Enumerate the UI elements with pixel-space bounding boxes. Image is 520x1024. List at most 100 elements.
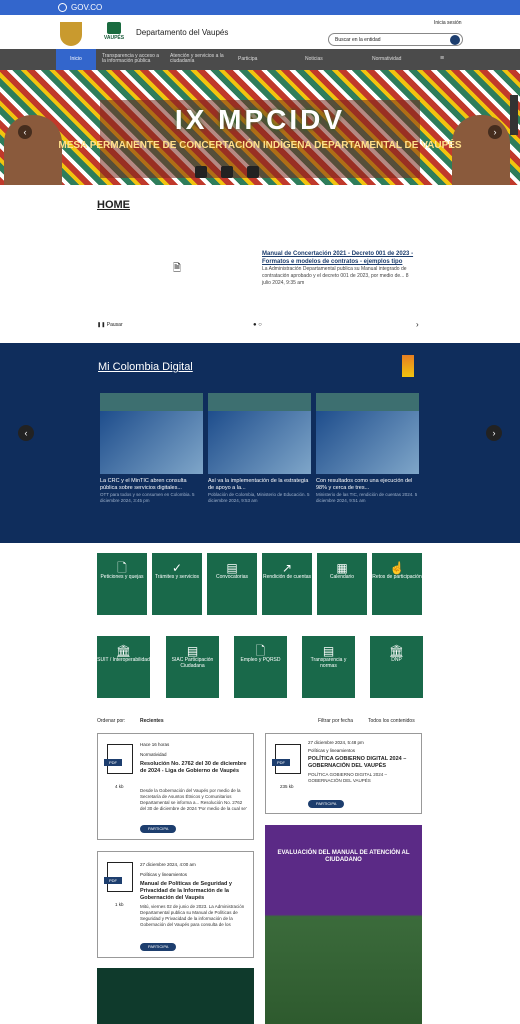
promo-banner[interactable]: EVALUACIÓN DEL MANUAL DE ATENCIÓN AL CIU… (265, 825, 422, 1024)
gov-bar: GOV.CO (0, 0, 520, 15)
post-date: Hace 16 horas (140, 742, 170, 747)
quick-links: 🗋 Peticiones y quejas ✓ Trámites y servici… (0, 543, 520, 713)
main-nav: Inicio Transparencia y acceso a la infor… (0, 49, 520, 70)
facebook-icon[interactable] (221, 166, 233, 178)
post-title[interactable]: POLÍTICA GOBIERNO DIGITAL 2024 – GOBERNA… (308, 756, 418, 770)
search-icon[interactable] (450, 35, 460, 45)
promo-title: EVALUACIÓN DEL MANUAL DE ATENCIÓN AL CIU… (277, 850, 410, 863)
mcd-card[interactable]: Así va la implementación de la estrategi… (208, 393, 311, 504)
menu-icon[interactable]: ≡ (440, 55, 444, 62)
post-desc: Mitú, viernes 02 de junio de 2023. La Ad… (140, 904, 245, 927)
search-placeholder: Buscar en la entidad (335, 37, 381, 43)
search-input[interactable]: Buscar en la entidad (328, 33, 463, 46)
social-links (195, 166, 259, 178)
carousel-dots[interactable]: ● ○ (253, 322, 262, 328)
content-filter[interactable]: Todos los contenidos (368, 718, 415, 724)
sort-bar: Ordenar por: Recientes Filtrar por fecha… (0, 713, 520, 731)
nav-item-participa[interactable]: Participa (238, 57, 257, 62)
post-title[interactable]: Resolución No. 2762 del 30 de diciembre … (140, 761, 248, 775)
gov-label[interactable]: GOV.CO (71, 3, 102, 12)
nav-item-inicio[interactable]: Inicio (56, 49, 96, 70)
post-card[interactable]: PDF 235 kb 27 diciembre 2024, 5:48 pm Po… (265, 733, 422, 814)
calendar-icon: ▦ (336, 561, 348, 575)
list-icon: ▤ (322, 644, 335, 658)
check-icon: ✓ (171, 561, 183, 575)
tile-peticiones[interactable]: 🗋 Peticiones y quejas (97, 553, 147, 615)
mcd-prev-button[interactable]: ‹ (18, 425, 34, 441)
nav-item-noticias[interactable]: Noticias (305, 57, 323, 62)
card-title[interactable]: Así va la implementación de la estrategi… (208, 478, 311, 492)
tile-convocatorias[interactable]: ▤ Convocatorias (207, 553, 257, 615)
instagram-icon[interactable] (195, 166, 207, 178)
chart-icon: ↗ (281, 561, 293, 575)
site-header: VAUPÉS Departamento del Vaupés Inicia se… (0, 15, 520, 49)
sort-select[interactable]: Recientes (140, 718, 164, 724)
tile-tramites[interactable]: ✓ Trámites y servicios (152, 553, 202, 615)
tile-empleo[interactable]: 🗋 Empleo y PQRSD (234, 636, 287, 698)
tile-retos[interactable]: ☝ Retos de participación (372, 553, 422, 615)
card-title[interactable]: Con resultados como una ejecución del 98… (316, 478, 419, 492)
tile-siac[interactable]: ▤ SIAC Participación Ciudadana (166, 636, 219, 698)
post-card[interactable]: PDF 1 kb 27 diciembre 2024, 4:00 am Polí… (97, 851, 254, 958)
post-category: Políticas y lineamientos (308, 748, 356, 753)
date-filter[interactable]: Filtrar por fecha (318, 718, 353, 724)
pause-button[interactable]: ❚❚ Pausar (97, 322, 123, 328)
card-image (100, 411, 203, 474)
mcd-title[interactable]: Mi Colombia Digital (98, 361, 193, 373)
document-icon: 🗋 (117, 561, 127, 575)
document-icon: 🗎 (173, 263, 182, 274)
post-desc: Desde la Gobernación del Vaupés por medi… (140, 788, 247, 811)
news-title[interactable]: Manual de Concertación 2021 - Decreto 00… (262, 250, 418, 266)
banner-subtitle: MESA PERMANENTE DE CONCERTACIÓN INDÍGENA… (58, 140, 462, 151)
home-title: HOME (97, 199, 130, 211)
mcd-card[interactable]: La CRC y el MinTIC abren consulta públic… (100, 393, 203, 504)
youtube-icon[interactable] (247, 166, 259, 178)
hand-icon: ☝ (389, 561, 405, 575)
login-link[interactable]: Inicia sesión (434, 20, 462, 26)
mcd-logo-icon (402, 355, 414, 377)
card-desc: Ministerio de las TIC, rendición de cuen… (316, 492, 418, 503)
nav-item-normatividad[interactable]: Normatividad (372, 57, 401, 62)
tile-calendario[interactable]: ▦ Calendario (317, 553, 367, 615)
post-card[interactable]: PDF 4 kb Hace 16 horas Normatividad Reso… (97, 733, 254, 840)
home-section: HOME 🗎 Manual de Concertación 2021 - Dec… (0, 185, 520, 343)
tile-suit[interactable]: 🏛 SUIT / Interoperabilidad (97, 636, 150, 698)
post-title[interactable]: Manual de Políticas de Seguridad y Priva… (140, 881, 250, 902)
news-description: La Administración Departamental publica … (262, 266, 409, 286)
mcd-card[interactable]: Con resultados como una ejecución del 98… (316, 393, 419, 504)
participa-button[interactable]: PARTICIPA (140, 825, 177, 833)
leaf-icon (107, 22, 121, 34)
post-desc: POLÍTICA GOBIERNO DIGITAL 2024 – GOBERNA… (308, 772, 388, 783)
participa-button[interactable]: PARTICIPA (140, 943, 177, 951)
post-category: Normatividad (140, 752, 167, 757)
banner-prev-button[interactable]: ‹ (18, 125, 32, 139)
tile-transparencia[interactable]: ▤ Transparencia y normas (302, 636, 355, 698)
form-icon: ▤ (186, 644, 199, 658)
participa-button[interactable]: PARTICIPA (308, 800, 345, 808)
nav-item-atencion[interactable]: Atención y servicios a la ciudadanía (170, 54, 228, 64)
accessibility-bar[interactable] (510, 95, 518, 135)
department-title: Departamento del Vaupés (136, 28, 229, 37)
card-desc: Población de Colombia, Ministerio de Edu… (208, 492, 310, 503)
home-next-button[interactable]: › (416, 320, 419, 329)
nav-item-transparencia[interactable]: Transparencia y acceso a la información … (102, 54, 164, 64)
file-size: 4 kb (115, 784, 124, 789)
card-title[interactable]: La CRC y el MinTIC abren consulta públic… (100, 478, 203, 492)
vaupes-logo[interactable]: VAUPÉS (100, 22, 128, 41)
map-image[interactable] (97, 968, 254, 1024)
mcd-next-button[interactable]: › (486, 425, 502, 441)
tile-dnp[interactable]: 🏛 DNP (370, 636, 423, 698)
pdf-icon: PDF (272, 744, 301, 774)
gov-logo-icon (58, 3, 67, 12)
file-size: 235 kb (280, 784, 294, 789)
tile-rendicion[interactable]: ↗ Rendición de cuentas (262, 553, 312, 615)
file-icon: 🗋 (255, 644, 266, 658)
clipboard-icon: ▤ (226, 561, 238, 575)
pdf-icon: PDF (104, 744, 133, 774)
coat-of-arms-icon (60, 22, 82, 46)
post-category: Políticas y lineamientos (140, 872, 188, 877)
post-date: 27 diciembre 2024, 5:48 pm (308, 740, 364, 745)
banner-next-button[interactable]: › (488, 125, 502, 139)
sort-label: Ordenar por: (97, 718, 126, 724)
file-size: 1 kb (115, 902, 124, 907)
